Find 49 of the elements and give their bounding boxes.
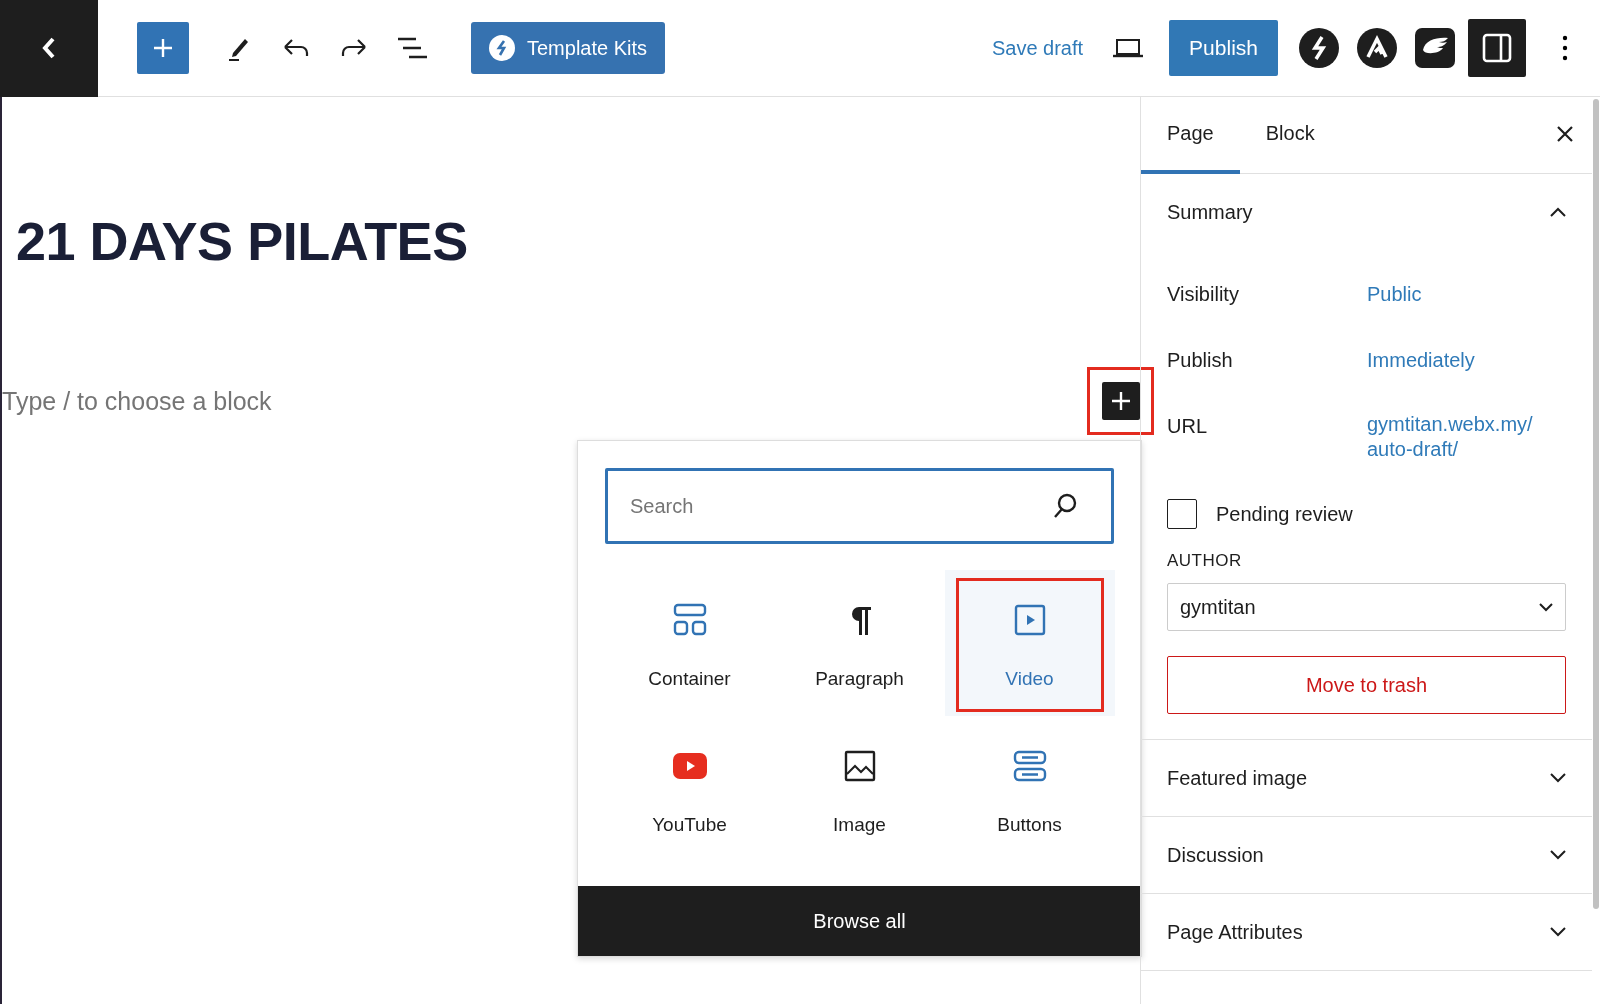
block-option[interactable]: Video — [944, 570, 1115, 716]
block-inserter-button[interactable] — [1102, 382, 1140, 420]
panel-header[interactable]: Summary — [1141, 174, 1592, 250]
logo-icon — [489, 35, 515, 61]
play-button-icon — [672, 753, 707, 779]
chevron-up-icon — [1550, 207, 1566, 217]
field-label: URL — [1167, 414, 1208, 439]
chevron-down-icon — [1550, 850, 1566, 860]
panel-header[interactable]: Featured image — [1141, 740, 1592, 816]
search-field[interactable]: Search — [605, 468, 1114, 544]
settings-sidebar-button[interactable] — [1468, 19, 1526, 77]
template-kits-button[interactable]: Template Kits — [471, 22, 666, 74]
chevron-down-icon — [1539, 602, 1553, 612]
move-to-trash-button[interactable]: Move to trash — [1167, 656, 1566, 714]
publish-button[interactable]: Publish — [1169, 20, 1278, 76]
page-title[interactable]: 21 DAYS PILATES — [16, 210, 468, 272]
block-option[interactable]: Container — [604, 570, 775, 716]
chevron-down-icon — [1550, 773, 1566, 783]
sidebar-panel-icon — [1482, 33, 1512, 63]
image-icon — [843, 750, 876, 782]
block-option[interactable]: Buttons — [944, 716, 1115, 862]
block-placeholder[interactable]: Type / to choose a block — [2, 387, 272, 416]
checkbox-label[interactable]: Pending review — [1216, 502, 1353, 526]
sidebar-tab[interactable]: Block — [1239, 97, 1341, 174]
block-option[interactable]: Paragraph — [774, 570, 945, 716]
plus-icon — [1110, 390, 1132, 412]
chevron-down-icon — [1550, 927, 1566, 937]
panel-header[interactable]: Discussion — [1141, 817, 1592, 893]
field-label: Publish — [1167, 348, 1234, 373]
add-block-button[interactable] — [137, 22, 189, 74]
save-draft-link[interactable]: Save draft — [975, 36, 1100, 60]
browse-all-button[interactable]: Browse all — [578, 886, 1141, 956]
field-label: Visibility — [1167, 282, 1240, 307]
field-value-link[interactable]: gymtitan.webx.my/auto-draft/ — [1367, 404, 1566, 462]
play-square-icon — [1013, 604, 1046, 636]
checkbox[interactable] — [1167, 499, 1197, 529]
plus-icon — [152, 37, 174, 59]
chevron-left-icon — [41, 36, 57, 60]
block-option[interactable]: YouTube — [604, 716, 775, 862]
grid-layout-icon — [672, 603, 707, 637]
search-icon — [1052, 492, 1078, 520]
author-select[interactable]: gymtitan — [1167, 583, 1566, 631]
sidebar-tab[interactable]: Page — [1141, 97, 1240, 174]
author-label: AUTHOR — [1167, 551, 1243, 571]
field-value-link[interactable]: Public — [1367, 274, 1422, 307]
panel-header[interactable]: Page Attributes — [1141, 894, 1592, 970]
block-option[interactable]: Image — [774, 716, 945, 862]
field-value-link[interactable]: Immediately — [1367, 340, 1475, 373]
buttons-icon — [1012, 749, 1047, 783]
